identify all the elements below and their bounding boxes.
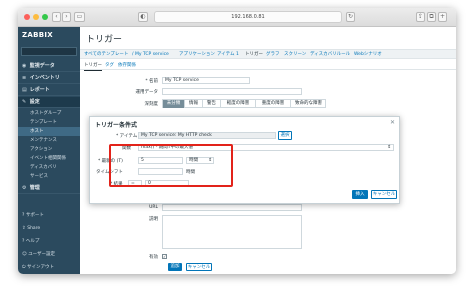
severity-label: 深刻度: [144, 102, 159, 107]
sidebar-share-label: Share: [27, 226, 41, 231]
dialog-title: トリガー条件式: [95, 122, 138, 129]
tab-discovery-rules[interactable]: ディスカバリルール: [310, 50, 350, 60]
name-input[interactable]: My TCP service: [162, 77, 250, 84]
back-icon[interactable]: ‹: [52, 12, 61, 22]
reload-icon[interactable]: ↻: [346, 12, 355, 22]
eye-icon: ◉: [22, 63, 27, 69]
sidebar-signout-label: サインアウト: [27, 265, 54, 270]
user-icon: ☺: [22, 252, 27, 257]
sidebar-search-input[interactable]: [21, 47, 77, 56]
sidebar-subitem-actions[interactable]: アクション: [18, 145, 80, 154]
severity-information[interactable]: 情報: [185, 100, 203, 108]
close-window-button[interactable]: [24, 14, 30, 20]
sidebar-item-monitoring[interactable]: ◉ 監視データ: [18, 61, 80, 72]
power-icon: ⏻: [22, 265, 26, 270]
share-icon: ⇪: [22, 226, 26, 231]
zabbix-logo[interactable]: ZABBIX: [22, 31, 53, 39]
tab-screens[interactable]: スクリーン: [284, 50, 306, 60]
sidebar-user-settings-link[interactable]: ☺ ユーザー設定: [18, 250, 80, 260]
name-label: * 名前: [145, 79, 158, 84]
highlight-annotation: [109, 144, 233, 187]
sidebar-subitem-hostgroups[interactable]: ホストグループ: [18, 109, 80, 118]
form-tabs: トリガー タグ 依存関係: [80, 61, 456, 71]
sidebar-item-inventory[interactable]: ≡ インベントリ: [18, 73, 80, 84]
support-icon: ?: [22, 213, 25, 218]
sidebar-help-label: ヘルプ: [25, 239, 40, 244]
tab-web-scenarios[interactable]: Webシナリオ: [354, 50, 382, 60]
dialog-cancel-button[interactable]: キャンセル: [371, 190, 397, 199]
enabled-label: 有効: [149, 255, 158, 260]
sidebar-signout-link[interactable]: ⏻ サインアウト: [18, 263, 80, 273]
tabs-icon[interactable]: ⧉: [427, 12, 436, 22]
zoom-window-button[interactable]: [42, 14, 48, 20]
address-bar[interactable]: 192.168.0.81: [154, 11, 342, 23]
sidebar-item-label: インベントリ: [29, 75, 60, 81]
severity-disaster[interactable]: 致命的な障害: [291, 100, 326, 108]
add-button[interactable]: 追加: [168, 263, 182, 271]
help-icon: ?: [22, 239, 25, 244]
tab-dependencies[interactable]: 依存関係: [118, 61, 136, 70]
sidebar-item-label: レポート: [29, 87, 50, 93]
sidebar-item-reports[interactable]: ▤ レポート: [18, 85, 80, 96]
forward-icon[interactable]: ›: [62, 12, 71, 22]
sidebar-subitem-maintenance[interactable]: メンテナンス: [18, 136, 80, 145]
sidebar: ZABBIX ◉ 監視データ ≡ インベントリ ▤ レポート ✎ 設定 ホストグ…: [18, 27, 80, 274]
sidebar-subitem-discovery[interactable]: ディスカバリ: [18, 163, 80, 172]
severity-average[interactable]: 軽度の障害: [221, 100, 256, 108]
chart-icon: ▤: [22, 87, 27, 93]
sidebar-help-link[interactable]: ? ヘルプ: [18, 237, 80, 247]
browser-window: ‹ › ▭ ◐ 192.168.0.81 ↻ ⇪ ⧉ + ZABBIX ◉ 監視…: [18, 8, 456, 274]
item-select-button[interactable]: 選択: [278, 131, 292, 140]
privacy-icon[interactable]: ◐: [138, 12, 148, 22]
breadcrumb-all-templates[interactable]: すべてのテンプレート: [84, 50, 128, 60]
opdata-input[interactable]: [162, 88, 302, 95]
share-icon[interactable]: ⇪: [416, 12, 425, 22]
description-label: 説明: [149, 217, 158, 222]
tab-graphs[interactable]: グラフ: [266, 50, 280, 60]
tab-items[interactable]: アイテム 1: [217, 50, 239, 60]
item-input[interactable]: My TCP service: My HTTP check: [138, 132, 276, 139]
severity-selector: 未分類 情報 警告 軽度の障害 重度の障害 致命的な障害: [162, 99, 326, 108]
sidebar-subitem-templates[interactable]: テンプレート: [18, 118, 80, 127]
enabled-checkbox[interactable]: ✓: [162, 254, 167, 259]
breadcrumb-template[interactable]: / My TCP service: [132, 50, 169, 60]
form-cancel-button[interactable]: キャンセル: [186, 263, 212, 271]
chevron-down-icon: ⇕: [387, 145, 391, 150]
sidebar-item-label: 管理: [29, 185, 40, 191]
sidebar-item-configuration[interactable]: ✎ 設定: [18, 97, 80, 108]
page-title: トリガー: [86, 35, 123, 45]
severity-not-classified[interactable]: 未分類: [163, 100, 185, 108]
sidebar-subitem-event-correlation[interactable]: イベント相関関係: [18, 154, 80, 163]
sidebar-item-label: 設定: [29, 99, 40, 105]
browser-toolbar: ‹ › ▭ ◐ 192.168.0.81 ↻ ⇪ ⧉ +: [18, 8, 456, 27]
severity-high[interactable]: 重度の障害: [256, 100, 291, 108]
list-icon: ≡: [22, 75, 27, 81]
sidebar-share-link[interactable]: ⇪ Share: [18, 224, 80, 234]
severity-warning[interactable]: 警告: [203, 100, 221, 108]
new-tab-icon[interactable]: +: [438, 12, 447, 22]
sidebar-support-label: サポート: [25, 213, 44, 218]
sidebar-item-administration[interactable]: ⚙ 管理: [18, 183, 80, 194]
sidebar-support-link[interactable]: ? サポート: [18, 211, 80, 221]
breadcrumb: すべてのテンプレート / My TCP service アプリケーション アイテ…: [80, 49, 456, 59]
sidebar-subitem-hosts[interactable]: ホスト: [18, 127, 80, 136]
close-icon[interactable]: ✕: [390, 119, 395, 126]
opdata-label: 運用データ: [135, 90, 159, 95]
tab-trigger[interactable]: トリガー: [84, 61, 102, 71]
sidebar-toggle-icon[interactable]: ▭: [74, 12, 85, 22]
insert-button[interactable]: 挿入: [352, 190, 368, 199]
url-input[interactable]: [162, 204, 302, 211]
sidebar-subitem-services[interactable]: サービス: [18, 172, 80, 181]
item-label: * アイテム: [116, 134, 138, 139]
tab-tags[interactable]: タグ: [105, 61, 114, 70]
tab-applications[interactable]: アプリケーション: [179, 50, 215, 60]
gear-icon: ⚙: [22, 185, 27, 191]
url-label: URL: [149, 205, 158, 210]
sidebar-item-label: 監視データ: [29, 63, 55, 69]
tab-triggers[interactable]: トリガー: [245, 50, 263, 60]
wrench-icon: ✎: [22, 99, 27, 105]
sidebar-user-settings-label: ユーザー設定: [28, 252, 56, 257]
minimize-window-button[interactable]: [33, 14, 39, 20]
description-textarea[interactable]: [162, 215, 302, 249]
